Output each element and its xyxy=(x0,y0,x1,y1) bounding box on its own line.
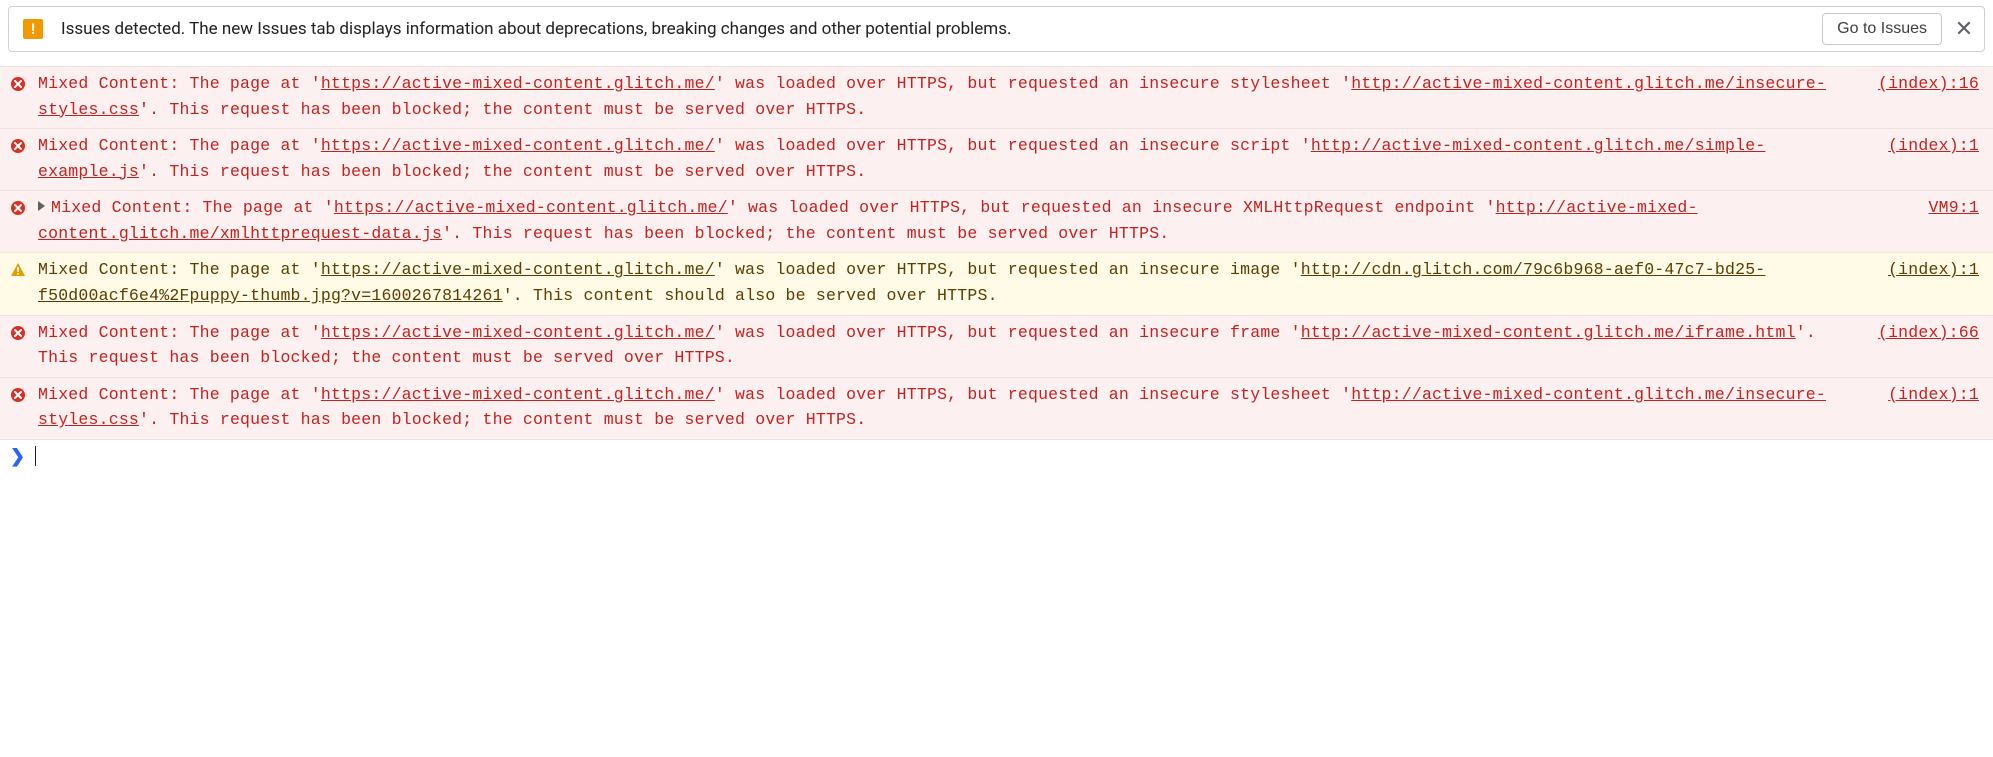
resource-url-link[interactable]: http://active-mixed-content.glitch.me/if… xyxy=(1301,323,1796,342)
message-text: ' was loaded over HTTPS, but requested a… xyxy=(715,74,1351,93)
go-to-issues-button[interactable]: Go to Issues xyxy=(1822,13,1942,45)
source-link[interactable]: (index):1 xyxy=(1888,257,1979,283)
warning-icon xyxy=(10,261,28,286)
issues-text: Issues detected. The new Issues tab disp… xyxy=(61,19,1822,39)
page-url-link[interactable]: https://active-mixed-content.glitch.me/ xyxy=(334,198,728,217)
page-url-link[interactable]: https://active-mixed-content.glitch.me/ xyxy=(321,136,715,155)
message-text: '. This request has been blocked; the co… xyxy=(139,100,866,119)
error-icon xyxy=(10,386,28,411)
message-text: Mixed Content: The page at ' xyxy=(51,198,334,217)
issues-warning-icon: ! xyxy=(23,19,43,39)
message-text: Mixed Content: The page at ' xyxy=(38,385,321,404)
message-text: '. This request has been blocked; the co… xyxy=(139,410,866,429)
prompt-chevron-icon: ❯ xyxy=(10,446,25,467)
console-message: Mixed Content: The page at 'https://acti… xyxy=(38,257,1888,308)
message-text: '. This request has been blocked; the co… xyxy=(139,162,866,181)
console-log: Mixed Content: The page at 'https://acti… xyxy=(0,66,1993,439)
message-text: Mixed Content: The page at ' xyxy=(38,323,321,342)
issues-bar: ! Issues detected. The new Issues tab di… xyxy=(8,6,1985,52)
text-cursor xyxy=(35,446,36,466)
error-icon xyxy=(10,137,28,162)
source-link[interactable]: (index):1 xyxy=(1888,133,1979,159)
console-row[interactable]: Mixed Content: The page at 'https://acti… xyxy=(0,190,1993,252)
console-row[interactable]: Mixed Content: The page at 'https://acti… xyxy=(0,66,1993,128)
error-icon xyxy=(10,324,28,349)
page-url-link[interactable]: https://active-mixed-content.glitch.me/ xyxy=(321,74,715,93)
message-text: ' was loaded over HTTPS, but requested a… xyxy=(728,198,1496,217)
console-row[interactable]: Mixed Content: The page at 'https://acti… xyxy=(0,315,1993,377)
console-row[interactable]: Mixed Content: The page at 'https://acti… xyxy=(0,377,1993,439)
console-message: Mixed Content: The page at 'https://acti… xyxy=(38,320,1878,371)
message-text: ' was loaded over HTTPS, but requested a… xyxy=(715,136,1311,155)
expand-caret-icon[interactable] xyxy=(38,201,45,211)
console-row[interactable]: Mixed Content: The page at 'https://acti… xyxy=(0,128,1993,190)
console-prompt[interactable]: ❯ xyxy=(0,439,1993,473)
source-link[interactable]: VM9:1 xyxy=(1928,195,1979,221)
message-text: ' was loaded over HTTPS, but requested a… xyxy=(715,260,1301,279)
source-link[interactable]: (index):66 xyxy=(1878,320,1979,346)
message-text: Mixed Content: The page at ' xyxy=(38,74,321,93)
source-link[interactable]: (index):16 xyxy=(1878,71,1979,97)
source-link[interactable]: (index):1 xyxy=(1888,382,1979,408)
message-text: ' was loaded over HTTPS, but requested a… xyxy=(715,323,1301,342)
error-icon xyxy=(10,75,28,100)
page-url-link[interactable]: https://active-mixed-content.glitch.me/ xyxy=(321,323,715,342)
console-message: Mixed Content: The page at 'https://acti… xyxy=(38,195,1928,246)
console-row[interactable]: Mixed Content: The page at 'https://acti… xyxy=(0,252,1993,314)
close-icon[interactable]: ✕ xyxy=(1952,17,1976,42)
message-text: ' was loaded over HTTPS, but requested a… xyxy=(715,385,1351,404)
page-url-link[interactable]: https://active-mixed-content.glitch.me/ xyxy=(321,385,715,404)
message-text: Mixed Content: The page at ' xyxy=(38,260,321,279)
message-text: Mixed Content: The page at ' xyxy=(38,136,321,155)
message-text: '. This content should also be served ov… xyxy=(503,286,998,305)
console-message: Mixed Content: The page at 'https://acti… xyxy=(38,382,1888,433)
error-icon xyxy=(10,199,28,224)
console-message: Mixed Content: The page at 'https://acti… xyxy=(38,71,1878,122)
console-message: Mixed Content: The page at 'https://acti… xyxy=(38,133,1888,184)
page-url-link[interactable]: https://active-mixed-content.glitch.me/ xyxy=(321,260,715,279)
message-text: '. This request has been blocked; the co… xyxy=(442,224,1169,243)
